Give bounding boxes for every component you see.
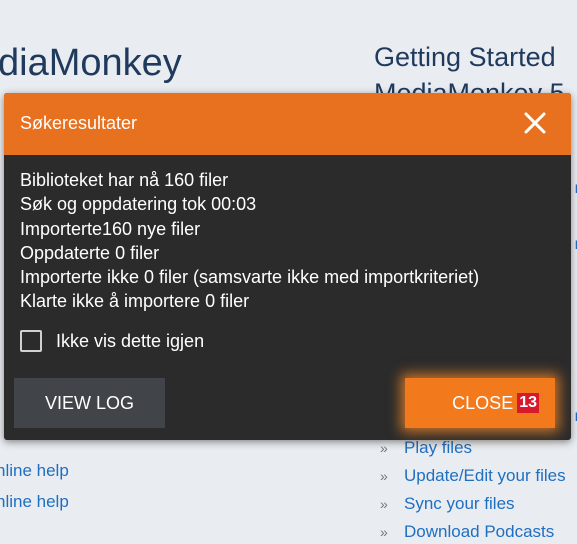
- dont-show-again-label: Ikke vis dette igjen: [56, 330, 205, 351]
- search-results-dialog: Søkeresultater Biblioteket har nå 160 fi…: [4, 93, 571, 440]
- sync-files-link[interactable]: Sync your files: [404, 494, 515, 513]
- message-line: Importerte ikke 0 filer (samsvarte ikke …: [20, 267, 480, 288]
- dont-show-again-checkbox[interactable]: [20, 330, 42, 352]
- dialog-header: Søkeresultater: [4, 93, 571, 155]
- play-files-link[interactable]: Play files: [404, 438, 472, 457]
- dont-show-again-row[interactable]: Ikke vis dette igjen: [20, 330, 204, 352]
- chevron-right-icon: »: [380, 468, 388, 484]
- dialog-title: Søkeresultater: [20, 113, 138, 133]
- step-badge: 13: [517, 393, 539, 413]
- view-log-button[interactable]: VIEW LOG: [14, 378, 165, 428]
- list-item[interactable]: » Sync your files: [380, 490, 566, 518]
- message-line: Klarte ikke å importere 0 filer: [20, 291, 250, 312]
- chevron-right-icon: »: [380, 496, 388, 512]
- getting-started-heading: Getting Started: [374, 42, 556, 72]
- close-icon[interactable]: [521, 109, 549, 137]
- close-button[interactable]: CLOSE 13: [405, 378, 555, 428]
- message-line: Søk og oppdatering tok 00:03: [20, 194, 257, 215]
- download-podcasts-link[interactable]: Download Podcasts: [404, 522, 554, 541]
- getting-started-list: » Play files » Update/Edit your files » Syn…: [380, 434, 566, 544]
- online-help-link[interactable]: nline help: [0, 492, 69, 512]
- list-item[interactable]: » Update/Edit your files: [380, 462, 566, 490]
- message-line: Importerte160 nye filer: [20, 218, 201, 239]
- update-files-link[interactable]: Update/Edit your files: [404, 466, 566, 485]
- list-item[interactable]: » Download Podcasts: [380, 518, 566, 544]
- app-title: diaMonkey: [0, 42, 182, 84]
- online-help-link[interactable]: nline help: [0, 461, 69, 481]
- chevron-right-icon: »: [380, 524, 388, 540]
- message-line: Oppdaterte 0 filer: [20, 242, 160, 263]
- message-line: Biblioteket har nå 160 filer: [20, 170, 229, 190]
- close-button-label: CLOSE: [452, 392, 514, 413]
- dialog-body: Biblioteket har nå 160 filer Søk og oppd…: [4, 155, 571, 314]
